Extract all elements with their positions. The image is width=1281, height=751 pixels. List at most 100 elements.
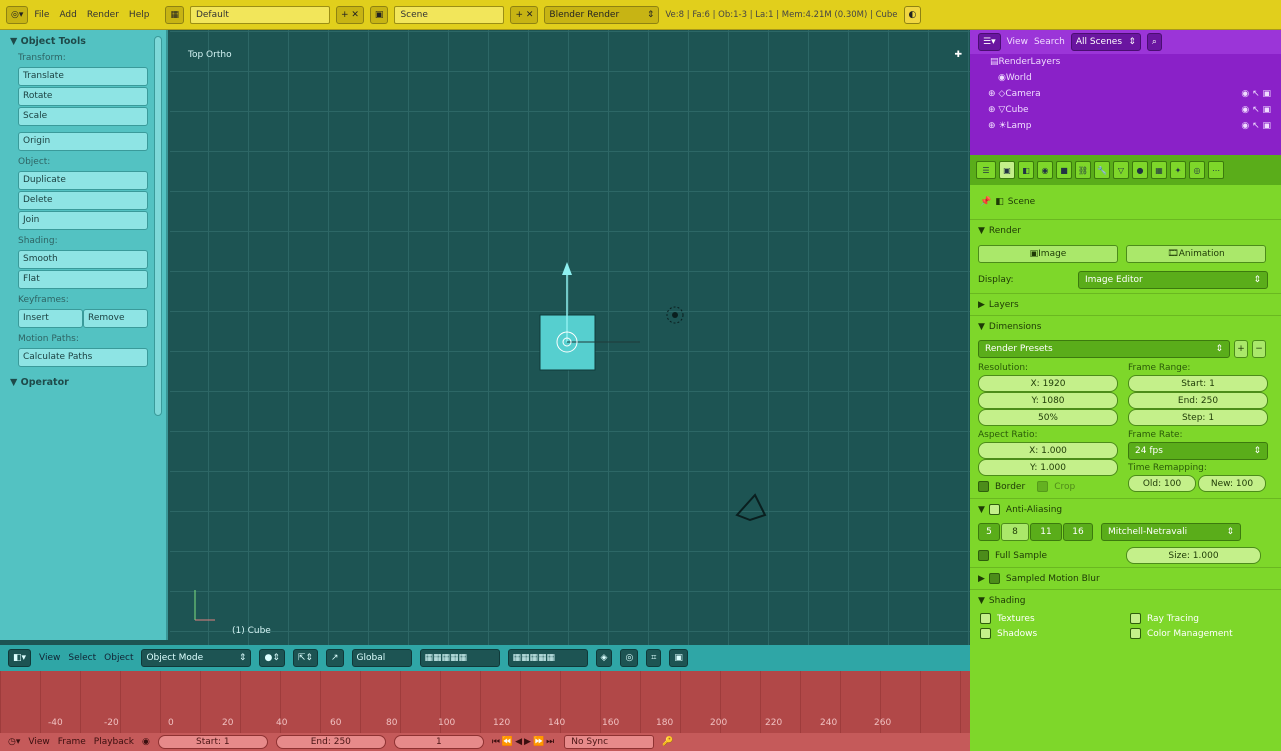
object-tools-header[interactable]: ▼ Object Tools <box>10 36 156 47</box>
scene-icon[interactable]: ▣ <box>369 5 389 24</box>
aa-filter-select[interactable]: Mitchell-Netravali ⇕ <box>1101 523 1241 541</box>
aa-sample-11[interactable]: 11 <box>1030 523 1062 541</box>
data-tab-icon[interactable]: ▽ <box>1113 161 1129 179</box>
orientation-select[interactable]: Global <box>351 649 412 667</box>
tool-shelf-scrollbar[interactable] <box>154 36 162 416</box>
motion-blur-panel-header[interactable]: ▶ Sampled Motion Blur <box>970 567 1281 589</box>
shadows-checkbox[interactable] <box>980 628 991 639</box>
editor-type-button[interactable]: ☰▾ <box>978 33 1001 51</box>
outliner-search-menu[interactable]: Search <box>1034 37 1065 47</box>
timeline-playback-menu[interactable]: Playback <box>94 737 134 747</box>
playback-controls[interactable]: ⏮⏪◀▶⏩⏭ <box>492 737 556 747</box>
end-frame-field[interactable]: End: 250 <box>275 735 386 749</box>
texture-tab-icon[interactable]: ▦ <box>1151 161 1167 179</box>
end-frame-field[interactable]: End: 250 <box>1128 392 1268 409</box>
visibility-icons[interactable]: ◉ ↖ ▣ <box>1241 121 1271 131</box>
res-pct-field[interactable]: 50% <box>978 409 1118 426</box>
pivot-select[interactable]: ⇱⇕ <box>292 649 318 667</box>
new-field[interactable]: New: 100 <box>1198 475 1266 492</box>
particles-tab-icon[interactable]: ✦ <box>1170 161 1186 179</box>
snap-icon[interactable]: ⌗ <box>646 649 662 667</box>
visibility-icons[interactable]: ◉ ↖ ▣ <box>1241 105 1271 115</box>
preset-add-button[interactable]: + <box>1234 340 1248 358</box>
view-menu[interactable]: View <box>39 653 60 663</box>
world-tab-icon[interactable]: ◉ <box>1037 161 1053 179</box>
select-menu[interactable]: Select <box>68 653 96 663</box>
old-field[interactable]: Old: 100 <box>1128 475 1196 492</box>
constraints-tab-icon[interactable]: ⛓ <box>1075 161 1091 179</box>
translate-button[interactable]: Translate <box>18 67 148 86</box>
keying-icon[interactable]: ◉ <box>142 737 150 747</box>
editor-type-button[interactable]: ☰ <box>976 161 996 179</box>
layout-icon[interactable]: ▦ <box>165 5 184 24</box>
shading-panel-header[interactable]: ▼ Shading <box>970 589 1281 611</box>
layer-buttons[interactable]: ▦▦▦▦▦ <box>419 649 500 667</box>
outliner-item-lamp[interactable]: ⊕ ☀ Lamp ◉ ↖ ▣ <box>970 118 1281 134</box>
render-engine-select[interactable]: Blender Render ⇕ <box>544 5 660 24</box>
frame-step-field[interactable]: Step: 1 <box>1128 409 1268 426</box>
res-x-field[interactable]: X: 1920 <box>978 375 1118 392</box>
layout-field[interactable]: Default <box>189 5 330 24</box>
filter-size-field[interactable]: Size: 1.000 <box>1126 547 1261 564</box>
object-menu[interactable]: Object <box>104 653 133 663</box>
menu-add[interactable]: Add <box>59 10 76 20</box>
aa-sample-8[interactable]: 8 <box>1001 523 1029 541</box>
outliner-view-menu[interactable]: View <box>1007 37 1028 47</box>
outliner-item-renderlayers[interactable]: ▤ RenderLayers <box>970 54 1281 70</box>
full-sample-checkbox[interactable] <box>978 550 989 561</box>
editor-type-button[interactable]: ◎▾ <box>6 5 29 24</box>
duplicate-button[interactable]: Duplicate <box>18 171 148 190</box>
start-frame-field[interactable]: Start: 1 <box>157 735 268 749</box>
aspect-y-field[interactable]: Y: 1.000 <box>978 459 1118 476</box>
3d-viewport[interactable]: Top Ortho ✚ (1) Cube <box>170 30 970 645</box>
origin-button[interactable]: Origin <box>18 132 148 151</box>
start-frame-field[interactable]: Start: 1 <box>1128 375 1268 392</box>
aspect-x-field[interactable]: X: 1.000 <box>978 442 1118 459</box>
smooth-button[interactable]: Smooth <box>18 250 148 269</box>
keyframe-icons[interactable]: 🔑 <box>662 737 673 747</box>
insert-keyframe-button[interactable]: Insert <box>18 309 83 328</box>
outliner-item-cube[interactable]: ⊕ ▽ Cube ◉ ↖ ▣ <box>970 102 1281 118</box>
motion-blur-checkbox[interactable] <box>988 573 1000 584</box>
render-image-button[interactable]: ▣ Image <box>978 245 1118 263</box>
display-select[interactable]: Image Editor ⇕ <box>1078 271 1268 289</box>
editor-type-button[interactable]: ◧▾ <box>8 649 32 667</box>
sync-select[interactable]: No Sync <box>564 735 655 749</box>
object-tab-icon[interactable]: ■ <box>1056 161 1072 179</box>
render-tab-icon[interactable]: ▣ <box>999 161 1015 179</box>
extra-tab-icon[interactable]: ⋯ <box>1208 161 1224 179</box>
scene-add-remove[interactable]: + ✕ <box>510 5 539 24</box>
operator-header[interactable]: ▼ Operator <box>10 377 156 388</box>
anti-aliasing-panel-header[interactable]: ▼ Anti-Aliasing <box>970 498 1281 520</box>
render-panel-header[interactable]: ▼ Render <box>970 219 1281 241</box>
menu-file[interactable]: File <box>34 10 49 20</box>
timeline-frame-menu[interactable]: Frame <box>58 737 86 747</box>
editor-type-button[interactable]: ◷▾ <box>8 737 20 747</box>
viewport-shading-select[interactable]: ●⇕ <box>259 649 285 667</box>
physics-tab-icon[interactable]: ◎ <box>1189 161 1205 179</box>
aa-sample-5[interactable]: 5 <box>978 523 1000 541</box>
render-preview-icon[interactable]: ▣ <box>669 649 688 667</box>
menu-help[interactable]: Help <box>129 10 150 20</box>
lock-icon[interactable]: ◈ <box>595 649 613 667</box>
timeline-view-menu[interactable]: View <box>28 737 49 747</box>
crop-checkbox[interactable] <box>1037 481 1049 492</box>
layout-add-remove[interactable]: + ✕ <box>335 5 364 24</box>
visibility-icons[interactable]: ◉ ↖ ▣ <box>1241 89 1271 99</box>
flat-button[interactable]: Flat <box>18 270 148 289</box>
search-icon[interactable]: ⌕ <box>1146 33 1162 51</box>
material-tab-icon[interactable]: ● <box>1132 161 1148 179</box>
modifiers-tab-icon[interactable]: 🔧 <box>1094 161 1110 179</box>
rotate-button[interactable]: Rotate <box>18 87 148 106</box>
remove-keyframe-button[interactable]: Remove <box>83 309 148 328</box>
menu-render[interactable]: Render <box>87 10 119 20</box>
join-button[interactable]: Join <box>18 211 148 230</box>
calculate-paths-button[interactable]: Calculate Paths <box>18 348 148 367</box>
render-animation-button[interactable]: 🎞 Animation <box>1126 245 1266 263</box>
scale-button[interactable]: Scale <box>18 107 148 126</box>
textures-checkbox[interactable] <box>980 613 991 624</box>
aa-sample-16[interactable]: 16 <box>1063 523 1093 541</box>
fps-select[interactable]: 24 fps ⇕ <box>1128 442 1268 460</box>
anti-aliasing-checkbox[interactable] <box>988 504 1000 515</box>
pin-icon[interactable]: 📌 <box>980 197 991 207</box>
